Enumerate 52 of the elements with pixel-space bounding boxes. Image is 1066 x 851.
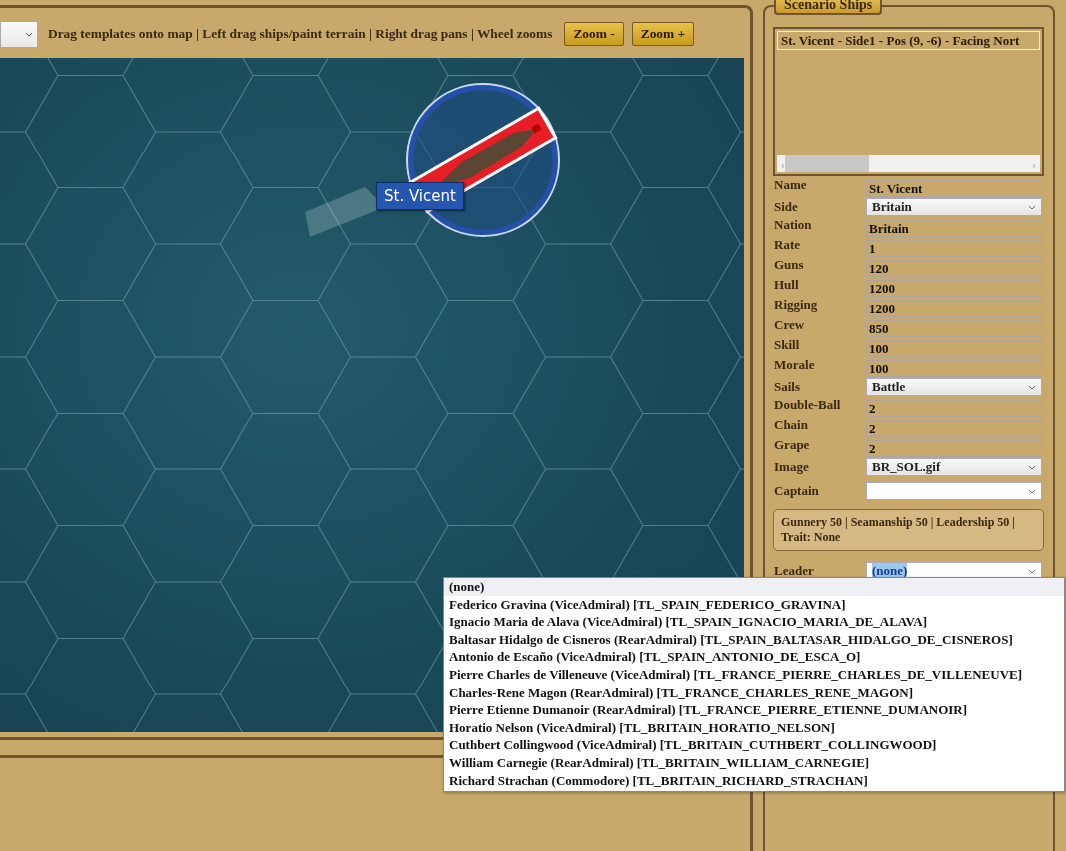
input-field[interactable]: St. Vicent — [866, 179, 1042, 197]
captain-info-box: Gunnery 50 | Seamanship 50 | Leadership 50 | Trait: None — [773, 509, 1044, 551]
field-label: Chain — [774, 417, 809, 433]
input-field[interactable]: 2 — [866, 439, 1042, 457]
chevron-down-icon — [1028, 488, 1036, 494]
dropdown-option[interactable]: Pierre Etienne Dumanoir (RearAdmiral) [TL_FRANCE_PIERRE_ETIENNE_DUMANOIR] — [444, 701, 1064, 719]
field-label: Captain — [774, 483, 820, 499]
input-field[interactable]: 1 — [866, 239, 1042, 257]
field-label: Leader — [774, 563, 815, 579]
select-field[interactable]: Britain — [866, 198, 1042, 216]
input-field[interactable]: 1200 — [866, 279, 1042, 297]
template-select[interactable] — [0, 20, 38, 48]
dropdown-option[interactable]: Antonio de Escaño (ViceAdmiral) [TL_SPAIN_ANTONIO_DE_ESCA_O] — [444, 648, 1064, 666]
ship-label: St. Vicent — [376, 182, 464, 210]
input-field[interactable]: 100 — [866, 339, 1042, 357]
input-field[interactable]: 120 — [866, 259, 1042, 277]
chevron-down-icon — [1028, 464, 1036, 470]
field-label: Image — [774, 459, 810, 475]
select-field[interactable] — [866, 482, 1042, 500]
field-label: Guns — [774, 257, 805, 273]
input-field[interactable]: 1200 — [866, 299, 1042, 317]
panel-title: Scenario Ships — [774, 0, 883, 15]
select-field[interactable]: Battle — [866, 378, 1042, 396]
input-field[interactable]: 100 — [866, 359, 1042, 377]
select-field[interactable]: BR_SOL.gif — [866, 458, 1042, 476]
field-label: Rigging — [774, 297, 819, 313]
field-label: Skill — [774, 337, 801, 353]
dropdown-option[interactable]: Cuthbert Collingwood (ViceAdmiral) [TL_BRITAIN_CUTHBERT_COLLINGWOOD] — [444, 736, 1064, 754]
zoom-button[interactable]: Zoom - — [564, 22, 624, 46]
field-label: Crew — [774, 317, 806, 333]
input-field[interactable]: 2 — [866, 399, 1042, 417]
field-label: Side — [774, 199, 799, 215]
chevron-down-icon — [25, 31, 33, 37]
dropdown-option[interactable]: Ignacio Maria de Alava (ViceAdmiral) [TL_SPAIN_IGNACIO_MARIA_DE_ALAVA] — [444, 613, 1064, 631]
field-label: Hull — [774, 277, 800, 293]
instructions-text: Drag templates onto map | Left drag ships/paint terrain | Right drag pans | Wheel zooms — [48, 26, 553, 42]
field-label: Sails — [774, 379, 801, 395]
chevron-down-icon — [1028, 384, 1036, 390]
field-label: Name — [774, 177, 808, 193]
input-field[interactable]: 850 — [866, 319, 1042, 337]
ship-list-item[interactable]: St. Vicent - Side1 - Pos (9, -6) - Facing Nort — [777, 31, 1040, 50]
field-label: Nation — [774, 217, 813, 233]
field-label: Morale — [774, 357, 816, 373]
field-label: Double-Ball — [774, 397, 842, 413]
chevron-down-icon — [1028, 204, 1036, 210]
field-label: Rate — [774, 237, 801, 253]
input-field[interactable]: Britain — [866, 219, 1042, 237]
chevron-down-icon — [1028, 568, 1036, 574]
dropdown-option[interactable]: (none) — [444, 578, 1064, 596]
input-field[interactable]: 2 — [866, 419, 1042, 437]
zoom-button[interactable]: Zoom + — [631, 22, 695, 46]
field-label: Grape — [774, 437, 811, 453]
